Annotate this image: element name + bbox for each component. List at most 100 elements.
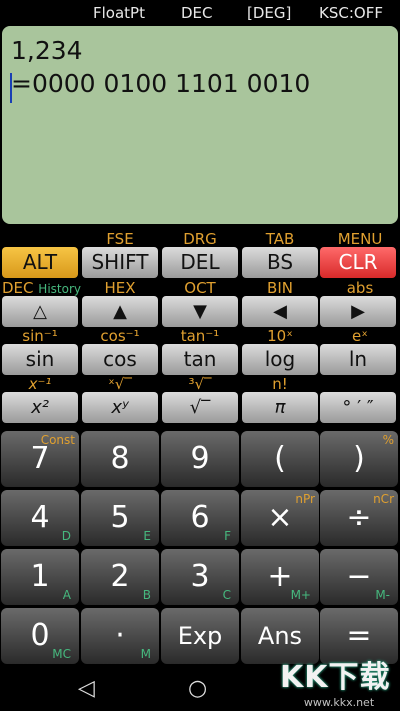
calculator-display[interactable]: 1,234 =0000 0100 1101 0010	[2, 26, 398, 224]
divide-key-label: ÷	[346, 500, 372, 535]
close-paren-key-label: )	[353, 441, 365, 476]
two-alt-label: B	[142, 588, 151, 602]
decimal-point-alt-label: M	[140, 647, 151, 661]
close-paren-shift-label: %	[382, 433, 394, 447]
minus-key-label: −	[346, 559, 372, 594]
seven-button[interactable]: 7 Const	[1, 431, 79, 487]
dms-button[interactable]: ° ′ ″	[320, 392, 396, 423]
power-button[interactable]: xʸ	[82, 392, 158, 423]
four-alt-label: D	[61, 529, 71, 543]
log-button[interactable]: log	[242, 344, 318, 375]
decimal-point-key-label: ·	[115, 618, 125, 653]
watermark-url: www.kkx.net	[303, 696, 375, 709]
two-key-label: 2	[110, 559, 130, 594]
key-clr-label: MENU	[337, 230, 383, 248]
text-cursor	[10, 73, 12, 103]
up-arrow-button[interactable]: ▲	[82, 296, 158, 327]
decimal-point-button[interactable]: · M	[81, 608, 159, 664]
asin-label: sin⁻¹	[22, 327, 58, 345]
minus-alt-label: M-	[375, 588, 390, 602]
status-ksc: KSC:OFF	[319, 4, 383, 22]
alt-button[interactable]: ALT	[2, 247, 78, 278]
multiply-button[interactable]: × nPr	[241, 490, 319, 546]
ln-button[interactable]: ln	[320, 344, 396, 375]
acos-label: cos⁻¹	[100, 327, 140, 345]
back-icon[interactable]: ◁	[78, 676, 95, 701]
dec-text: DEC	[2, 279, 34, 297]
divide-shift-label: nCr	[373, 492, 394, 506]
shift-button[interactable]: SHIFT	[82, 247, 158, 278]
factorial-label: n!	[272, 375, 288, 393]
open-paren-key-label: (	[274, 441, 286, 476]
zero-key-label: 0	[30, 618, 50, 653]
close-paren-button[interactable]: )%	[320, 431, 398, 487]
status-mode: FloatPt	[93, 4, 145, 22]
xroot-label: ˣ√‾	[108, 375, 132, 393]
divide-button[interactable]: ÷ nCr	[320, 490, 398, 546]
plus-button[interactable]: + M+	[241, 549, 319, 605]
clr-button[interactable]: CLR	[320, 247, 396, 278]
key-shift-label: FSE	[106, 230, 134, 248]
bs-button[interactable]: BS	[242, 247, 318, 278]
del-button[interactable]: DEL	[162, 247, 238, 278]
five-key-label: 5	[110, 500, 130, 535]
four-button[interactable]: 4D	[1, 490, 79, 546]
six-button[interactable]: 6F	[161, 490, 239, 546]
sin-button[interactable]: sin	[2, 344, 78, 375]
watermark-logo: KK下载	[280, 660, 391, 695]
nine-button[interactable]: 9	[161, 431, 239, 487]
four-key-label: 4	[30, 500, 50, 535]
eight-button[interactable]: 8	[81, 431, 159, 487]
two-button[interactable]: 2B	[81, 549, 159, 605]
open-paren-button[interactable]: (	[241, 431, 319, 487]
exp-key-label: Exp	[177, 622, 223, 650]
three-key-label: 3	[190, 559, 210, 594]
five-button[interactable]: 5E	[81, 490, 159, 546]
key-del-label: DRG	[183, 230, 217, 248]
hex-label: HEX	[104, 279, 136, 297]
down-arrow-button[interactable]: ▼	[162, 296, 238, 327]
key-bs-label: TAB	[265, 230, 295, 248]
history-label: History	[38, 282, 81, 296]
abs-label: abs	[346, 279, 374, 297]
square-button[interactable]: x²	[2, 392, 78, 423]
tan-button[interactable]: tan	[162, 344, 238, 375]
home-icon[interactable]: ○	[188, 676, 207, 701]
zero-button[interactable]: 0 MC	[1, 608, 79, 664]
exp-button[interactable]: Exp	[161, 608, 239, 664]
exp-e-label: eˣ	[352, 327, 368, 345]
pi-button[interactable]: π	[242, 392, 318, 423]
cos-button[interactable]: cos	[82, 344, 158, 375]
status-base: DEC	[181, 4, 213, 22]
one-key-label: 1	[30, 559, 50, 594]
inverse-label: x⁻¹	[28, 375, 52, 393]
status-angle: [DEG]	[247, 4, 292, 22]
five-alt-label: E	[143, 529, 151, 543]
atan-label: tan⁻¹	[180, 327, 220, 345]
cuberoot-label: ³√‾	[188, 375, 212, 393]
equals-key-label: =	[346, 618, 372, 653]
plus-key-label: +	[267, 559, 293, 594]
right-arrow-button[interactable]: ▶	[320, 296, 396, 327]
sqrt-button[interactable]: √‾	[162, 392, 238, 423]
one-button[interactable]: 1A	[1, 549, 79, 605]
input-expression: 1,234	[11, 36, 83, 65]
six-key-label: 6	[190, 500, 210, 535]
minus-button[interactable]: − M-	[320, 549, 398, 605]
one-alt-label: A	[62, 588, 71, 602]
left-arrow-button[interactable]: ◀	[242, 296, 318, 327]
oct-label: OCT	[184, 279, 216, 297]
result-value: =0000 0100 1101 0010	[11, 69, 311, 98]
dec-label: DEC History	[2, 281, 82, 297]
multiply-shift-label: nPr	[295, 492, 315, 506]
history-up-button[interactable]: △	[2, 296, 78, 327]
plus-alt-label: M+	[290, 588, 311, 602]
status-bar: FloatPt DEC [DEG] KSC:OFF	[0, 0, 400, 26]
six-alt-label: F	[224, 529, 231, 543]
three-alt-label: C	[222, 588, 231, 602]
three-button[interactable]: 3C	[161, 549, 239, 605]
multiply-key-label: ×	[267, 500, 293, 535]
bin-label: BIN	[267, 279, 293, 297]
pow10-label: 10ˣ	[267, 327, 293, 345]
watermark: KK下载 www.kkx.net	[280, 652, 398, 710]
